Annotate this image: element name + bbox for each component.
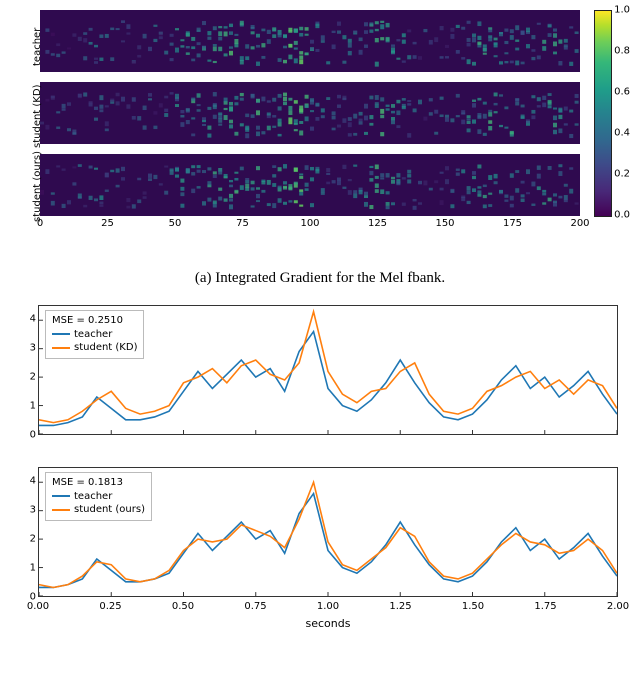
xtick: 0.50 bbox=[172, 601, 194, 612]
ytick: 3 bbox=[30, 505, 36, 516]
plotarea-ours: MSE = 0.1813 teacher student (ours) bbox=[38, 467, 618, 597]
legend-label-teacher: teacher bbox=[74, 490, 112, 504]
ytick: 2 bbox=[30, 534, 36, 545]
mse-label-kd: MSE = 0.2510 bbox=[52, 314, 123, 328]
heatmap-label-student-ours: student (ours) bbox=[32, 151, 43, 222]
colorbar-tick: 0.0 bbox=[614, 210, 630, 221]
lineplot-xlabel: seconds bbox=[38, 617, 618, 630]
xtick: 1.25 bbox=[389, 601, 411, 612]
heatmap-stack bbox=[40, 10, 580, 226]
xtick: 0.00 bbox=[27, 601, 49, 612]
xtick: 0.25 bbox=[99, 601, 121, 612]
legend-label-student: student (ours) bbox=[74, 503, 145, 517]
xtick: 75 bbox=[236, 218, 249, 229]
xtick: 200 bbox=[570, 218, 589, 229]
colorbar-tick: 0.2 bbox=[614, 169, 630, 180]
lineplot-ours: MSE = 0.1813 teacher student (ours) 0 1 … bbox=[38, 467, 618, 597]
xtick: 0 bbox=[37, 218, 43, 229]
xtick: 2.00 bbox=[607, 601, 629, 612]
heatmap-teacher-svg bbox=[40, 10, 580, 72]
ytick: 1 bbox=[30, 563, 36, 574]
xtick: 150 bbox=[435, 218, 454, 229]
colorbar bbox=[594, 10, 612, 217]
ytick: 3 bbox=[30, 343, 36, 354]
legend-kd: MSE = 0.2510 teacher student (KD) bbox=[45, 310, 144, 359]
ytick: 2 bbox=[30, 372, 36, 383]
mse-label-ours: MSE = 0.1813 bbox=[52, 476, 123, 490]
heatmap-student-ours bbox=[40, 154, 580, 216]
colorbar-tick: 1.0 bbox=[614, 5, 630, 16]
ytick: 1 bbox=[30, 401, 36, 412]
xtick: 0.75 bbox=[244, 601, 266, 612]
heatmap-xticks: 0 25 50 75 100 125 150 175 200 bbox=[40, 218, 580, 232]
time-series-figure: MSE = 0.2510 teacher student (KD) 0 1 2 … bbox=[10, 305, 630, 635]
heatmap-teacher bbox=[40, 10, 580, 72]
lineplot-kd: MSE = 0.2510 teacher student (KD) 0 1 2 … bbox=[38, 305, 618, 435]
xtick: 1.50 bbox=[462, 601, 484, 612]
xtick: 50 bbox=[169, 218, 182, 229]
heatmap-label-student-kd: student (KD) bbox=[32, 85, 43, 148]
ytick: 0 bbox=[30, 430, 36, 441]
yticks-kd: 0 1 2 3 4 bbox=[22, 305, 36, 435]
plotarea-kd: MSE = 0.2510 teacher student (KD) bbox=[38, 305, 618, 435]
mel-fbank-heatmap-figure: teacher student (KD) student (ours) 0 25… bbox=[10, 10, 630, 260]
ytick: 4 bbox=[30, 314, 36, 325]
colorbar-tick: 0.4 bbox=[614, 128, 630, 139]
top-caption: (a) Integrated Gradient for the Mel fban… bbox=[10, 270, 630, 287]
xtick: 25 bbox=[101, 218, 114, 229]
ytick: 4 bbox=[30, 476, 36, 487]
heatmap-label-teacher: teacher bbox=[32, 28, 43, 66]
heatmap-student-ours-svg bbox=[40, 154, 580, 216]
legend-label-student: student (KD) bbox=[74, 341, 137, 355]
legend-swatch-student bbox=[52, 347, 70, 349]
heatmap-student-kd bbox=[40, 82, 580, 144]
xtick: 175 bbox=[503, 218, 522, 229]
xtick: 1.00 bbox=[317, 601, 339, 612]
legend-label-teacher: teacher bbox=[74, 328, 112, 342]
xtick: 100 bbox=[300, 218, 319, 229]
legend-swatch-teacher bbox=[52, 495, 70, 497]
heatmap-student-kd-svg bbox=[40, 82, 580, 144]
colorbar-tick: 0.6 bbox=[614, 87, 630, 98]
yticks-ours: 0 1 2 3 4 bbox=[22, 467, 36, 597]
colorbar-tick: 0.8 bbox=[614, 46, 630, 57]
xtick: 125 bbox=[368, 218, 387, 229]
xtick: 1.75 bbox=[534, 601, 556, 612]
legend-swatch-student bbox=[52, 509, 70, 511]
legend-ours: MSE = 0.1813 teacher student (ours) bbox=[45, 472, 152, 521]
legend-swatch-teacher bbox=[52, 333, 70, 335]
